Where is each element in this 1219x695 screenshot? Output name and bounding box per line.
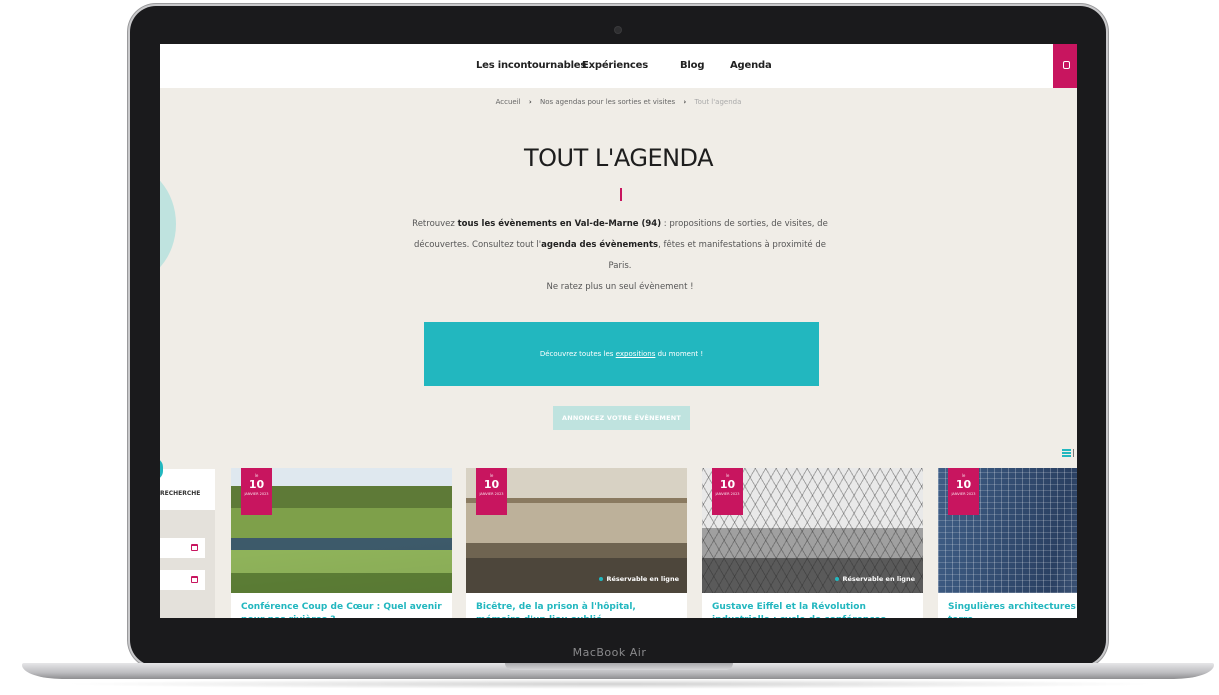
dot-icon [599,577,604,581]
title-divider [620,188,622,201]
date-badge-day: 10 [719,478,736,491]
nav-item-experiences[interactable]: Expériences [582,60,648,71]
intro-text-part: Retrouvez [412,219,458,229]
event-card[interactable]: le 10 JANVIER 2023 Réservable en ligne B… [466,468,687,618]
search-filters [160,510,215,618]
nav-item-agenda[interactable]: Agenda [730,60,772,71]
date-badge: le 10 JANVIER 2023 [712,468,743,515]
date-badge-dayname: le [254,473,259,478]
event-title[interactable]: Gustave Eiffel et la Révolution industri… [712,601,917,618]
date-badge-month: JANVIER 2023 [479,492,504,496]
expositions-banner[interactable]: Découvrez toutes les expositions du mome… [424,322,819,386]
camera-icon [615,27,621,33]
reservable-badge: Réservable en ligne [835,575,915,583]
intro-text-bold: agenda des évènements [541,240,659,250]
event-title[interactable]: Bicêtre, de la prison à l'hôpital, mémoi… [476,601,681,618]
date-badge-day: 10 [483,478,500,491]
device-label: MacBook Air [572,646,647,659]
intro-text-bold: tous les évènements en Val-de-Marne (94) [457,219,662,229]
date-badge-day: 10 [248,478,265,491]
reservable-badge: Réservable en ligne [599,575,679,583]
banner-text-part: du moment ! [655,350,704,358]
date-badge-dayname: le [961,473,966,478]
top-navigation: Les incontournables Expériences Blog Age… [160,44,1077,88]
date-badge-dayname: le [489,473,494,478]
browser-screen: Les incontournables Expériences Blog Age… [160,44,1077,618]
calendar-icon [191,576,198,583]
laptop-shadow [60,679,1160,689]
event-card[interactable]: le 10 JANVIER 2023 Conférence Coup de Cœ… [231,468,452,618]
decorative-circle [160,164,176,284]
banner-link[interactable]: expositions [616,350,656,358]
announce-event-button[interactable]: ANNONCEZ VOTRE ÉVÈNEMENT [553,406,690,430]
nav-item-incontournables[interactable]: Les incontournables [476,60,586,71]
nav-item-blog[interactable]: Blog [680,60,704,71]
event-title[interactable]: Singulières architectures entre ciel et … [948,601,1077,618]
banner-text: Découvrez toutes les expositions du mome… [540,350,703,358]
event-card[interactable]: le 10 JANVIER 2023 Singulières architect… [938,468,1077,618]
date-badge-month: JANVIER 2023 [951,492,976,496]
end-date-field[interactable] [160,570,205,590]
date-badge: le 10 JANVIER 2023 [241,468,272,515]
breadcrumb-separator: › [528,98,532,106]
breadcrumb: Accueil › Nos agendas pour les sorties e… [160,98,1077,106]
calendar-icon [191,544,198,551]
date-badge: le 10 JANVIER 2023 [476,468,507,515]
date-badge-month: JANVIER 2023 [244,492,269,496]
reservable-text: Réservable en ligne [842,575,915,583]
intro-text-tagline: Ne ratez plus un seul évènement ! [546,282,694,292]
search-label: RECHERCHE [160,490,201,497]
event-card[interactable]: le 10 JANVIER 2023 Réservable en ligne G… [702,468,923,618]
breadcrumb-current: Tout l'agenda [694,98,742,106]
reservable-text: Réservable en ligne [606,575,679,583]
date-badge-dayname: le [725,473,730,478]
intro-text: Retrouvez tous les évènements en Val-de-… [410,214,830,298]
date-badge: le 10 JANVIER 2023 [948,468,979,515]
basket-icon [1063,61,1070,69]
basket-button[interactable] [1053,44,1077,88]
breadcrumb-parent[interactable]: Nos agendas pour les sorties et visites [540,98,675,106]
grid-view-icon[interactable] [1062,449,1071,457]
laptop-notch [505,663,733,670]
date-badge-day: 10 [955,478,972,491]
event-title[interactable]: Conférence Coup de Cœur : Quel avenir po… [241,601,446,618]
breadcrumb-home[interactable]: Accueil [496,98,521,106]
banner-text-part: Découvrez toutes les [539,350,616,358]
list-view-icon[interactable] [1073,449,1076,457]
page-title: TOUT L'AGENDA [523,144,714,172]
start-date-field[interactable] [160,538,205,558]
breadcrumb-separator: › [683,98,687,106]
date-badge-month: JANVIER 2023 [715,492,740,496]
dot-icon [835,577,840,581]
